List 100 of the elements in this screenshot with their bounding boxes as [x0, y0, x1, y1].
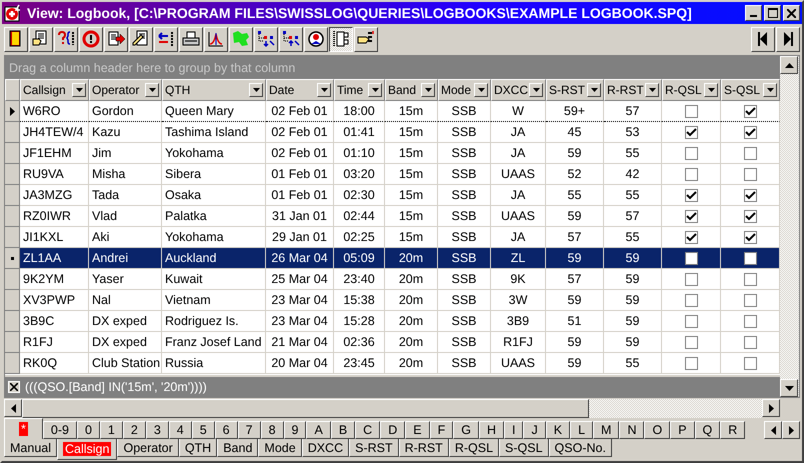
checkbox[interactable] — [684, 146, 698, 160]
sort-tab[interactable]: DXCC — [302, 439, 350, 457]
sort-tab[interactable]: S-QSL — [499, 439, 549, 457]
clear-filter-button[interactable] — [8, 381, 20, 393]
letter-tab[interactable]: 4 — [168, 421, 192, 439]
checkbox[interactable] — [744, 356, 756, 370]
letter-tab[interactable]: * — [4, 418, 43, 439]
letter-tab[interactable]: K — [546, 421, 570, 439]
dropdown-button[interactable] — [529, 83, 543, 97]
letter-tab[interactable]: D — [380, 421, 406, 439]
letter-tab[interactable]: 8 — [260, 421, 284, 439]
checkbox[interactable] — [744, 126, 756, 138]
checkbox[interactable] — [744, 294, 756, 306]
scroll-thumb[interactable] — [22, 399, 589, 418]
sort-tab[interactable]: QSO-No. — [548, 439, 612, 457]
letter-tab[interactable]: 2 — [122, 421, 146, 439]
dropdown-button[interactable] — [474, 83, 488, 97]
last-record-button[interactable] — [776, 26, 800, 52]
checkbox[interactable] — [684, 210, 698, 222]
letter-tab[interactable]: 1 — [100, 421, 123, 439]
letter-tab[interactable]: P — [670, 421, 695, 439]
dropdown-button[interactable] — [145, 83, 159, 97]
dropdown-button[interactable] — [368, 83, 382, 97]
letter-tab[interactable]: 9 — [284, 421, 306, 439]
letter-tab[interactable]: 3 — [146, 421, 169, 439]
checkbox[interactable] — [744, 146, 756, 160]
checkbox[interactable] — [744, 272, 756, 286]
letter-tab[interactable]: O — [644, 421, 670, 439]
letter-tab[interactable]: M — [593, 421, 620, 439]
letter-tab[interactable]: 7 — [238, 421, 261, 439]
letter-tab[interactable]: R — [720, 421, 746, 439]
scroll-down-button[interactable] — [780, 379, 798, 397]
letter-tab[interactable]: Q — [694, 421, 720, 439]
checkbox[interactable] — [684, 104, 698, 118]
column-header[interactable]: S-RST — [546, 79, 604, 101]
checkbox[interactable] — [684, 336, 698, 348]
checkbox[interactable] — [744, 336, 756, 348]
column-header[interactable]: Date — [266, 79, 334, 101]
column-header[interactable]: R-RST — [604, 79, 662, 101]
checkbox[interactable] — [684, 188, 698, 202]
horizontal-scrollbar[interactable] — [4, 399, 780, 418]
vertical-scrollbar[interactable] — [780, 56, 799, 397]
checkbox[interactable] — [684, 272, 698, 286]
dropdown-button[interactable] — [704, 83, 718, 97]
maximize-button[interactable] — [764, 5, 781, 21]
letter-tab[interactable]: J — [523, 421, 546, 439]
checkbox[interactable] — [744, 252, 756, 264]
letter-tab[interactable]: A — [306, 421, 331, 439]
checkbox[interactable] — [744, 168, 756, 180]
sort-tab[interactable]: R-QSL — [448, 439, 500, 457]
letter-tab[interactable]: I — [504, 421, 524, 439]
sort-tab[interactable]: S-RST — [349, 439, 399, 457]
row-indicator[interactable] — [5, 248, 20, 269]
dropdown-button[interactable] — [763, 83, 777, 97]
checkbox[interactable] — [744, 210, 756, 222]
letter-tab[interactable]: E — [405, 421, 430, 439]
checkbox[interactable] — [684, 356, 698, 370]
letter-tab[interactable]: F — [430, 421, 454, 439]
checkbox[interactable] — [744, 104, 756, 118]
dropdown-button[interactable] — [249, 83, 263, 97]
sort-tab[interactable]: QTH — [178, 439, 218, 457]
letter-tab[interactable]: B — [330, 421, 356, 439]
checkbox[interactable] — [744, 230, 756, 244]
letter-tab[interactable]: G — [453, 421, 479, 439]
tabs-right-button[interactable] — [782, 421, 800, 439]
letter-tab[interactable]: C — [355, 421, 380, 439]
dropdown-button[interactable] — [645, 83, 659, 97]
column-header[interactable]: Mode — [438, 79, 491, 101]
scroll-right-button[interactable] — [762, 399, 780, 417]
sort-tab[interactable]: Band — [217, 439, 258, 457]
letter-tab[interactable]: N — [619, 421, 644, 439]
letter-tab[interactable]: 5 — [192, 421, 215, 439]
close-button[interactable] — [783, 5, 800, 21]
dropdown-button[interactable] — [421, 83, 435, 97]
letter-tab[interactable]: 0 — [76, 421, 100, 439]
row-indicator[interactable] — [5, 101, 20, 122]
first-record-button[interactable] — [751, 26, 775, 52]
tabs-left-button[interactable] — [764, 421, 782, 439]
dropdown-button[interactable] — [587, 83, 601, 97]
checkbox[interactable] — [684, 126, 698, 138]
letter-tab[interactable]: H — [478, 421, 504, 439]
letter-tab[interactable]: 6 — [214, 421, 238, 439]
scroll-left-button[interactable] — [4, 399, 22, 417]
sort-tab[interactable]: Operator — [117, 439, 179, 457]
checkbox[interactable] — [684, 314, 698, 328]
checkbox[interactable] — [684, 294, 698, 306]
dropdown-button[interactable] — [72, 83, 86, 97]
checkbox[interactable] — [684, 168, 698, 180]
column-header[interactable]: Operator — [89, 79, 162, 101]
column-header[interactable]: Time — [334, 79, 385, 101]
checkbox[interactable] — [744, 188, 756, 202]
dropdown-button[interactable] — [317, 83, 331, 97]
checkbox[interactable] — [684, 230, 698, 244]
toolbar-button[interactable] — [329, 26, 353, 52]
scroll-up-button[interactable] — [780, 56, 798, 74]
sort-tab[interactable]: R-RST — [398, 439, 449, 457]
column-header[interactable]: R-QSL — [662, 79, 721, 101]
column-header[interactable]: DXCC — [491, 79, 546, 101]
column-header[interactable]: Callsign — [20, 79, 89, 101]
sort-tab[interactable]: Mode — [258, 439, 302, 457]
